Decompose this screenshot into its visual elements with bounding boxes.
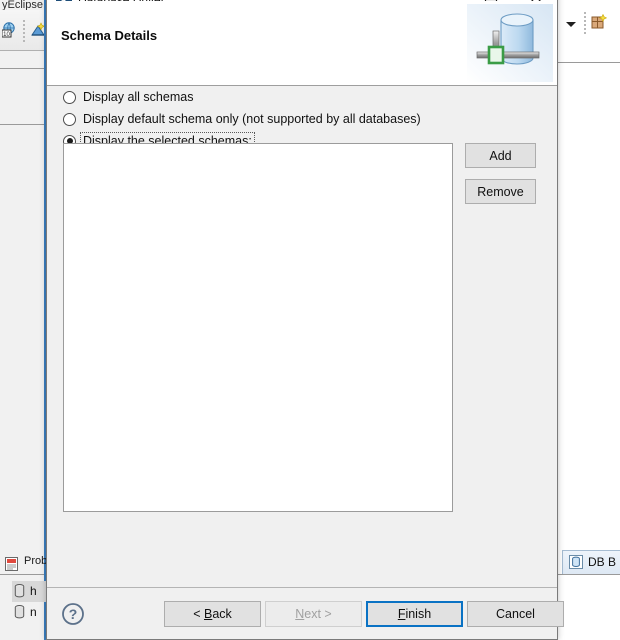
next-button[interactable]: Next > <box>265 601 362 627</box>
ide-right-pane <box>558 0 620 640</box>
dropdown-arrow-icon[interactable] <box>566 22 576 27</box>
back-button[interactable]: < Back <box>164 601 261 627</box>
radio-indicator[interactable] <box>63 90 76 104</box>
database-cylinder-banner-icon <box>467 4 553 82</box>
help-question-icon[interactable]: ? <box>61 602 85 626</box>
list-item[interactable]: h <box>12 581 46 602</box>
database-driver-dialog: Database Driver Schema Details <box>46 0 564 640</box>
radio-label: Display default schema only (not support… <box>83 112 421 126</box>
radio-indicator[interactable] <box>63 112 76 126</box>
svg-text:?: ? <box>69 606 78 622</box>
database-cylinder-icon <box>568 554 584 570</box>
finish-button[interactable]: Finish <box>366 601 463 627</box>
ide-divider-right-2 <box>558 574 620 575</box>
radio-display-default-schema-only[interactable]: Display default schema only (not support… <box>63 109 423 129</box>
page-title: Schema Details <box>61 28 158 43</box>
add-button[interactable]: Add <box>465 143 536 168</box>
dialog-body: Display all schemas Display default sche… <box>47 87 557 589</box>
radio-label: Display all schemas <box>83 90 194 104</box>
remove-button[interactable]: Remove <box>465 179 536 204</box>
list-item[interactable]: n <box>12 602 46 623</box>
list-item-label: h <box>30 584 37 598</box>
ide-divider-1 <box>0 68 44 69</box>
ide-left-pane <box>0 0 46 640</box>
svg-text:10: 10 <box>3 32 10 38</box>
cancel-button[interactable]: Cancel <box>467 601 564 627</box>
new-table-icon[interactable] <box>591 13 608 30</box>
database-cylinder-icon <box>14 584 25 598</box>
database-cylinder-icon <box>14 605 25 619</box>
ide-divider-2 <box>0 124 44 125</box>
schema-list[interactable] <box>63 143 453 512</box>
radio-display-all-schemas[interactable]: Display all schemas <box>63 87 195 107</box>
dialog-header: Schema Details <box>47 1 557 86</box>
problems-view-icon[interactable] <box>4 556 20 572</box>
dialog-footer: ? < Back Next > Finish Cancel <box>47 587 564 639</box>
globe-icon[interactable]: 10 <box>1 22 18 38</box>
list-item-label: n <box>30 605 37 619</box>
ide-divider-3 <box>0 574 44 575</box>
toolbar-separator-right <box>584 12 586 34</box>
toolbar-separator <box>23 20 25 42</box>
ide-divider-right-1 <box>558 62 620 63</box>
